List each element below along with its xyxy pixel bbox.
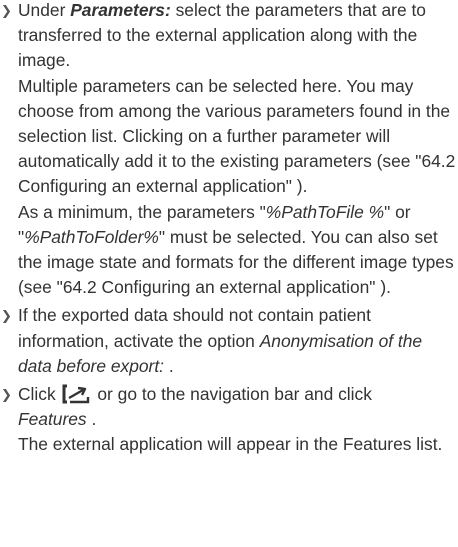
text-fragment: or go to the navigation bar and click: [92, 384, 372, 405]
param-path-to-file: %PathToFile %: [265, 201, 385, 222]
step-intro: Under: [18, 0, 71, 20]
list-item-parameters: ❯ Under Parameters: select the parameter…: [0, 0, 458, 300]
param-path-to-folder: %PathToFolder%: [24, 226, 159, 247]
parameters-explanation: Multiple parameters can be selected here…: [18, 75, 456, 197]
instruction-list: ❯ Under Parameters: select the parameter…: [0, 0, 458, 461]
text-fragment: .: [86, 409, 97, 430]
parameters-minimum: As a minimum, the parameters "%PathToFil…: [18, 200, 458, 301]
anonymisation-text: If the exported data should not contain …: [18, 303, 458, 379]
text-fragment: .: [164, 355, 174, 376]
list-item-click: ❯ Click or go to the navigation bar and …: [0, 382, 458, 458]
result-text: The external application will appear in …: [18, 434, 443, 455]
export-arrow-icon: [62, 384, 89, 404]
chevron-right-icon: ❯: [1, 3, 12, 18]
features-label: Features: [18, 409, 87, 430]
chevron-right-icon: ❯: [1, 308, 12, 324]
text-fragment: Click: [18, 384, 56, 405]
list-item-anonymisation: ❯ If the exported data should not contai…: [0, 303, 458, 379]
click-instruction: Click or go to the navigation bar and cl…: [18, 382, 458, 432]
chevron-right-icon: ❯: [1, 387, 12, 403]
step-parameters-text: Under Parameters: select the parameters …: [18, 0, 458, 74]
text-fragment: As a minimum, the parameters ": [18, 201, 266, 222]
parameters-keyword: Parameters:: [70, 0, 171, 20]
